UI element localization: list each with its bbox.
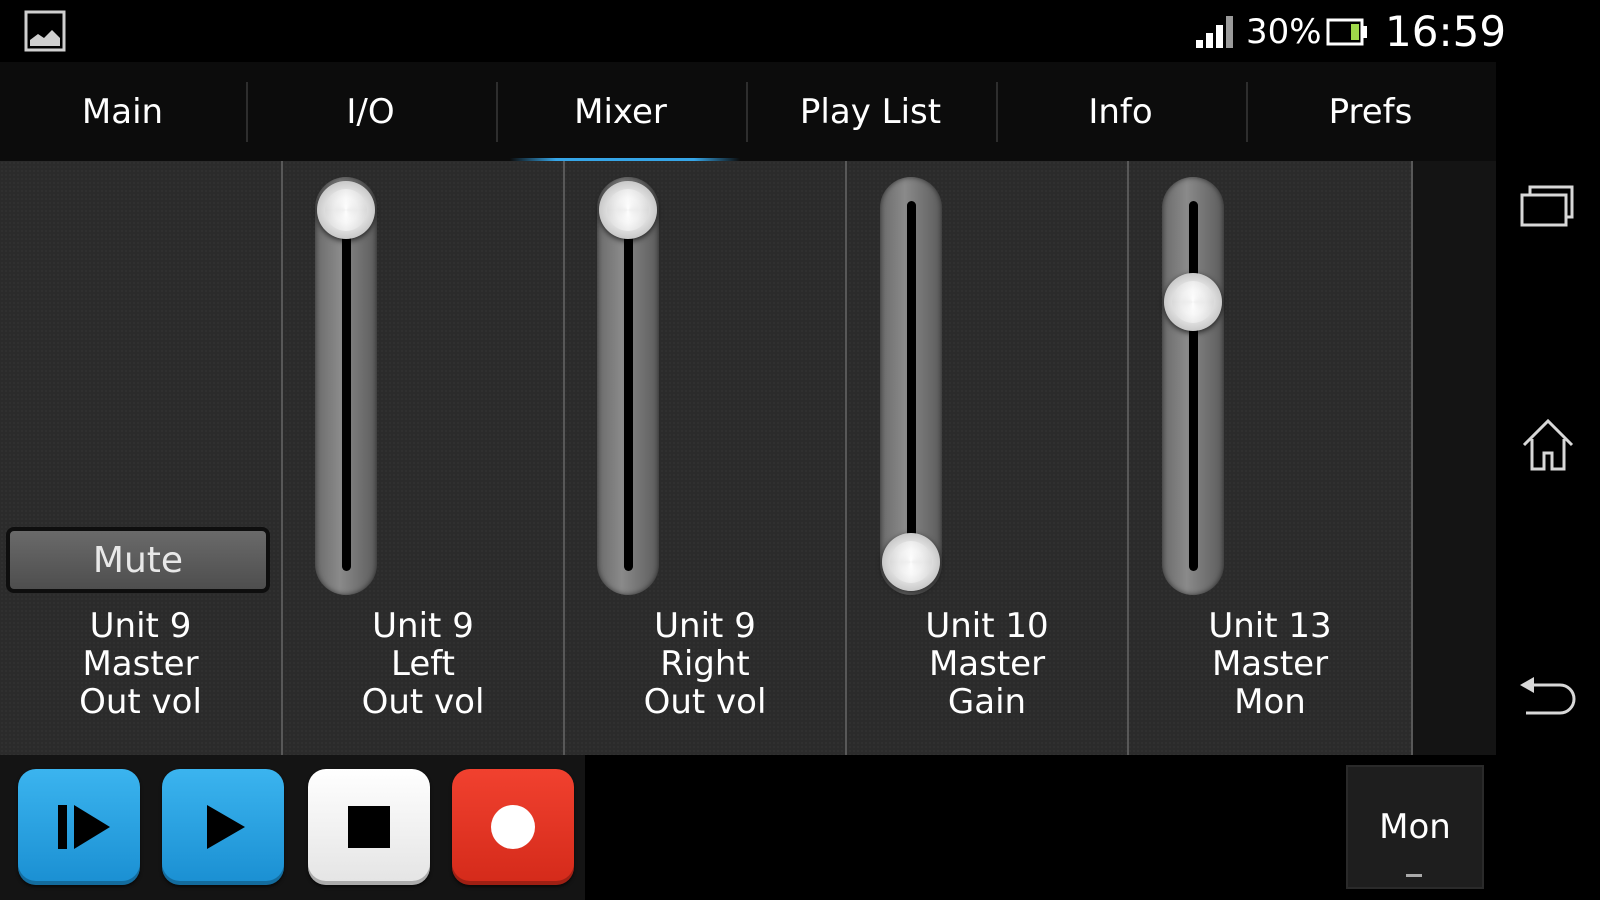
- tab-label: Play List: [799, 91, 942, 132]
- fader-groove: [907, 201, 916, 571]
- transport-controls: [0, 755, 585, 900]
- fader-knob[interactable]: [882, 533, 940, 591]
- battery-percentage: 30%: [1246, 12, 1322, 52]
- battery-icon: [1326, 18, 1367, 46]
- fader-track[interactable]: [597, 177, 659, 595]
- mon-indicator: [1406, 874, 1422, 877]
- channel-label-line: Unit 9: [372, 606, 474, 646]
- fader-knob[interactable]: [317, 181, 375, 239]
- mute-button[interactable]: Mute: [6, 527, 270, 593]
- app-window: Main I/O Mixer Play List Info Prefs Mute…: [0, 62, 1496, 900]
- tab-prefs[interactable]: Prefs: [1248, 62, 1493, 161]
- channel-label-line: Unit 9: [89, 606, 192, 646]
- mon-button[interactable]: Mon: [1346, 765, 1484, 889]
- status-bar: 30% 16:59: [0, 0, 1600, 62]
- channel-label-line: Unit 10: [925, 606, 1049, 646]
- channel-label-line: Mon: [1234, 682, 1306, 722]
- channel-label-line: Master: [82, 644, 199, 684]
- fader-groove: [342, 201, 351, 571]
- fader-groove: [624, 201, 633, 571]
- tab-mixer[interactable]: Mixer: [498, 62, 743, 161]
- tab-label: Main: [81, 91, 164, 132]
- channel-label: Unit 13 Master Mon: [1129, 607, 1411, 721]
- tab-label: I/O: [346, 91, 395, 132]
- fader-track[interactable]: [315, 177, 377, 595]
- play-button[interactable]: [162, 769, 284, 885]
- mixer-channel: Mute Unit 9 Master Out vol: [0, 161, 283, 755]
- mixer-channel: Unit 9 Left Out vol: [283, 161, 565, 755]
- channel-label-line: Right: [660, 644, 750, 684]
- channel-label-line: Left: [391, 644, 455, 684]
- tab-label: Prefs: [1328, 91, 1413, 132]
- tab-label: Mixer: [574, 91, 667, 132]
- channel-label: Unit 10 Master Gain: [847, 607, 1127, 721]
- channel-label-line: Unit 9: [654, 606, 756, 646]
- skip-play-icon: [58, 805, 110, 849]
- channel-label: Unit 9 Left Out vol: [283, 607, 563, 721]
- channel-label: Unit 9 Right Out vol: [565, 607, 845, 721]
- channel-label-line: Out vol: [361, 682, 485, 722]
- play-icon: [207, 805, 245, 849]
- tab-info[interactable]: Info: [998, 62, 1243, 161]
- channel-label: Unit 9 Master Out vol: [0, 607, 281, 721]
- fader-knob[interactable]: [1164, 272, 1222, 331]
- record-button[interactable]: [452, 769, 574, 885]
- channel-label-line: Gain: [947, 682, 1027, 722]
- clock: 16:59: [1385, 7, 1507, 56]
- mixer-channel: Unit 9 Right Out vol: [565, 161, 847, 755]
- skip-play-button[interactable]: [18, 769, 140, 885]
- stop-icon: [348, 806, 390, 848]
- transport-bar: Mon: [0, 755, 1496, 900]
- recent-apps-icon[interactable]: [1516, 175, 1580, 239]
- tab-main[interactable]: Main: [0, 62, 245, 161]
- tab-io[interactable]: I/O: [248, 62, 493, 161]
- channel-label-line: Master: [1211, 644, 1329, 684]
- fader-groove: [1189, 201, 1198, 571]
- home-icon[interactable]: [1516, 413, 1580, 477]
- fader-track[interactable]: [880, 177, 942, 595]
- mixer-channel: Unit 13 Master Mon: [1129, 161, 1413, 755]
- tab-play-list[interactable]: Play List: [748, 62, 993, 161]
- channel-label-line: Out vol: [79, 682, 202, 722]
- back-icon[interactable]: [1516, 663, 1580, 727]
- stop-button[interactable]: [308, 769, 430, 885]
- fader-track[interactable]: [1162, 177, 1224, 595]
- fader-knob[interactable]: [599, 181, 657, 239]
- tab-bar: Main I/O Mixer Play List Info Prefs: [0, 62, 1496, 161]
- record-icon: [491, 805, 535, 849]
- signal-icon: [1196, 16, 1233, 48]
- mixer-channel: Unit 10 Master Gain: [847, 161, 1129, 755]
- channel-label-line: Unit 13: [1208, 606, 1332, 646]
- gallery-icon: [24, 10, 66, 52]
- tab-label: Info: [1088, 91, 1153, 132]
- channel-label-line: Out vol: [643, 682, 767, 722]
- channel-label-line: Master: [928, 644, 1046, 684]
- system-nav-bar: [1496, 62, 1600, 900]
- mixer-panel: Mute Unit 9 Master Out vol Unit 9 Left O…: [0, 161, 1413, 755]
